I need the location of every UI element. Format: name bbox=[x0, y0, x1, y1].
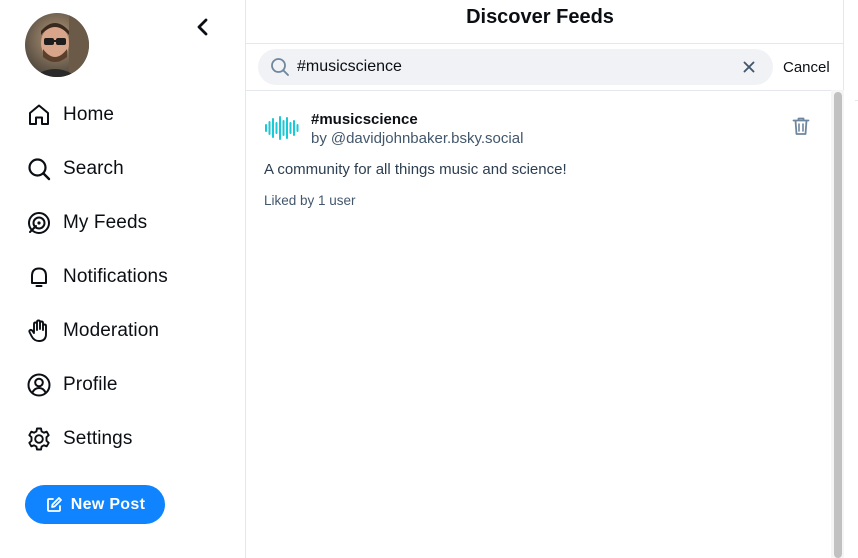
sidebar-item-settings[interactable]: Settings bbox=[25, 412, 168, 466]
cancel-button[interactable]: Cancel bbox=[783, 59, 830, 76]
feed-author-handle[interactable]: @davidjohnbaker.bsky.social bbox=[331, 130, 524, 147]
search-divider bbox=[246, 90, 844, 91]
header-divider bbox=[246, 43, 844, 44]
sidebar-item-label: Notifications bbox=[63, 266, 168, 287]
right-panel-edge bbox=[844, 0, 858, 558]
sidebar-item-label: Profile bbox=[63, 374, 118, 395]
sidebar-nav: Home Search My Feeds Notifications Moder… bbox=[25, 88, 168, 466]
close-icon bbox=[743, 61, 755, 73]
sidebar-item-label: Settings bbox=[63, 428, 133, 449]
scrollbar[interactable] bbox=[831, 90, 844, 558]
sidebar-item-label: My Feeds bbox=[63, 212, 148, 233]
sidebar-item-label: Moderation bbox=[63, 320, 160, 341]
sidebar-item-my-feeds[interactable]: My Feeds bbox=[25, 196, 168, 250]
search-icon bbox=[269, 56, 291, 78]
sidebar-item-moderation[interactable]: Moderation bbox=[25, 304, 168, 358]
profile-icon bbox=[25, 371, 53, 399]
sidebar: Home Search My Feeds Notifications Moder… bbox=[0, 0, 246, 558]
sidebar-item-profile[interactable]: Profile bbox=[25, 358, 168, 412]
new-post-label: New Post bbox=[70, 495, 146, 513]
page-title: Discover Feeds bbox=[466, 6, 614, 28]
chevron-left-icon bbox=[197, 18, 208, 36]
feed-likes-count[interactable]: Liked by 1 user bbox=[264, 193, 356, 208]
search-icon bbox=[25, 155, 53, 183]
collapse-sidebar-button[interactable] bbox=[190, 14, 216, 40]
new-post-button[interactable]: New Post bbox=[25, 485, 165, 524]
main-panel: Discover Feeds Cancel bbox=[246, 0, 844, 558]
gear-icon bbox=[25, 425, 53, 453]
feed-description: A community for all things music and sci… bbox=[264, 161, 567, 178]
sidebar-item-notifications[interactable]: Notifications bbox=[25, 250, 168, 304]
sidebar-item-home[interactable]: Home bbox=[25, 88, 168, 142]
search-bar bbox=[258, 49, 773, 85]
soundwave-icon bbox=[265, 116, 299, 140]
avatar[interactable] bbox=[25, 13, 89, 77]
scrollbar-thumb[interactable] bbox=[834, 92, 842, 558]
sidebar-item-label: Home bbox=[63, 104, 115, 125]
feed-avatar bbox=[264, 114, 300, 142]
feed-name: #musicscience bbox=[311, 111, 418, 128]
feed-author: by @davidjohnbaker.bsky.social bbox=[311, 130, 523, 147]
search-input[interactable] bbox=[297, 52, 737, 82]
home-icon bbox=[25, 101, 53, 129]
remove-feed-button[interactable] bbox=[790, 115, 812, 137]
sidebar-item-search[interactable]: Search bbox=[25, 142, 168, 196]
avatar-photo bbox=[25, 13, 89, 77]
hand-icon bbox=[25, 317, 53, 345]
sidebar-item-label: Search bbox=[63, 158, 124, 179]
compose-icon bbox=[46, 496, 62, 512]
feeds-icon bbox=[25, 209, 53, 237]
clear-search-button[interactable] bbox=[739, 57, 759, 77]
trash-icon bbox=[792, 117, 810, 135]
feed-author-prefix: by bbox=[311, 130, 327, 147]
bell-icon bbox=[25, 263, 53, 291]
